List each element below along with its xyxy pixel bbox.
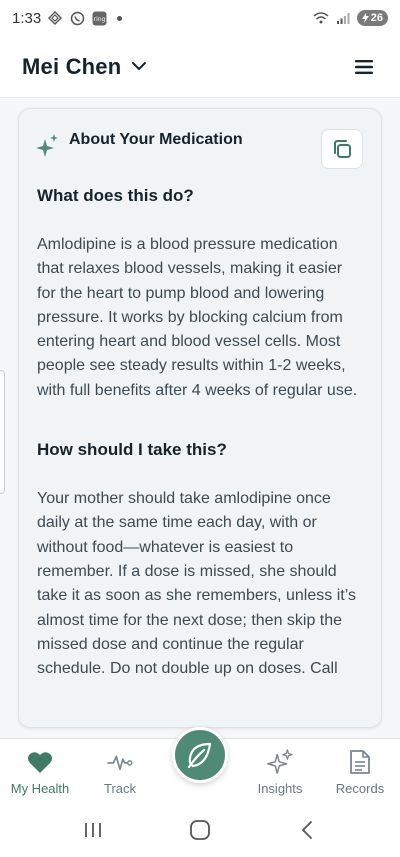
- nav-item-track[interactable]: Track: [80, 738, 160, 802]
- system-navigation-bar: [0, 802, 400, 857]
- profile-name: Mei Chen: [22, 53, 122, 79]
- nav-label: Records: [335, 781, 385, 796]
- leaf-icon: [187, 742, 212, 769]
- nav-item-my-health[interactable]: My Health: [0, 738, 80, 802]
- back-button[interactable]: [287, 810, 327, 850]
- nav-label: Track: [103, 781, 137, 796]
- card-fade-overlay: [19, 699, 381, 727]
- whatsapp-icon: [69, 10, 85, 26]
- edge-panel-handle[interactable]: [0, 370, 5, 494]
- nav-label: Insights: [257, 781, 303, 796]
- section-heading: How should I take this?: [37, 440, 227, 460]
- section-what-does-this-do: What does this do? Amlodipine is a blood…: [37, 185, 363, 403]
- status-right: 26: [313, 10, 388, 26]
- card-title: About Your Medication: [69, 131, 243, 148]
- sparkle-icon: [267, 749, 293, 775]
- cast-icon: [47, 10, 63, 26]
- ring-app-icon: ring: [91, 10, 107, 26]
- document-icon: [347, 749, 373, 775]
- signal-icon: [335, 10, 351, 26]
- status-bar: 1:33 ring 26: [0, 0, 400, 36]
- app-screen: 1:33 ring 26 Mei Chen About Your Medicat…: [0, 0, 400, 857]
- section-text: Amlodipine is a blood pressure medicatio…: [37, 236, 358, 399]
- hamburger-icon: [355, 59, 373, 74]
- menu-button[interactable]: [350, 53, 378, 81]
- wifi-icon: [313, 10, 329, 26]
- nav-item-records[interactable]: Records: [320, 738, 400, 802]
- card-header: About Your Medication: [19, 109, 381, 185]
- profile-switcher[interactable]: Mei Chen: [22, 54, 147, 80]
- nav-label: My Health: [10, 781, 70, 796]
- content-scroll-area[interactable]: About Your Medication What does this do?…: [0, 98, 400, 738]
- section-heading: What does this do?: [37, 186, 194, 205]
- charging-icon: [361, 13, 369, 23]
- back-chevron-icon: [301, 820, 312, 839]
- copy-button[interactable]: [321, 129, 363, 169]
- svg-text:ring: ring: [93, 16, 105, 23]
- copy-icon: [334, 140, 351, 158]
- pulse-icon: [107, 749, 133, 775]
- app-header: Mei Chen: [0, 36, 400, 98]
- battery-level: 26: [370, 12, 383, 24]
- chevron-down-icon: [131, 58, 147, 76]
- add-entry-fab[interactable]: [172, 727, 228, 783]
- battery-indicator: 26: [356, 10, 388, 26]
- home-icon: [190, 819, 210, 840]
- notification-dot-icon: [117, 15, 123, 21]
- home-button[interactable]: [180, 810, 220, 850]
- card-body: What does this do? Amlodipine is a blood…: [37, 185, 363, 681]
- nav-item-insights[interactable]: Insights: [240, 738, 320, 802]
- section-text: Your mother should take amlodipine once …: [37, 490, 356, 678]
- status-time: 1:33: [12, 9, 42, 27]
- recent-apps-button[interactable]: [73, 810, 113, 850]
- recent-apps-icon: [85, 822, 102, 837]
- medication-info-card: About Your Medication What does this do?…: [18, 108, 382, 728]
- section-how-to-take: How should I take this? Your mother shou…: [37, 439, 363, 681]
- status-left: 1:33 ring: [12, 9, 123, 27]
- sparkle-icon: [35, 133, 59, 159]
- heart-icon: [27, 749, 53, 775]
